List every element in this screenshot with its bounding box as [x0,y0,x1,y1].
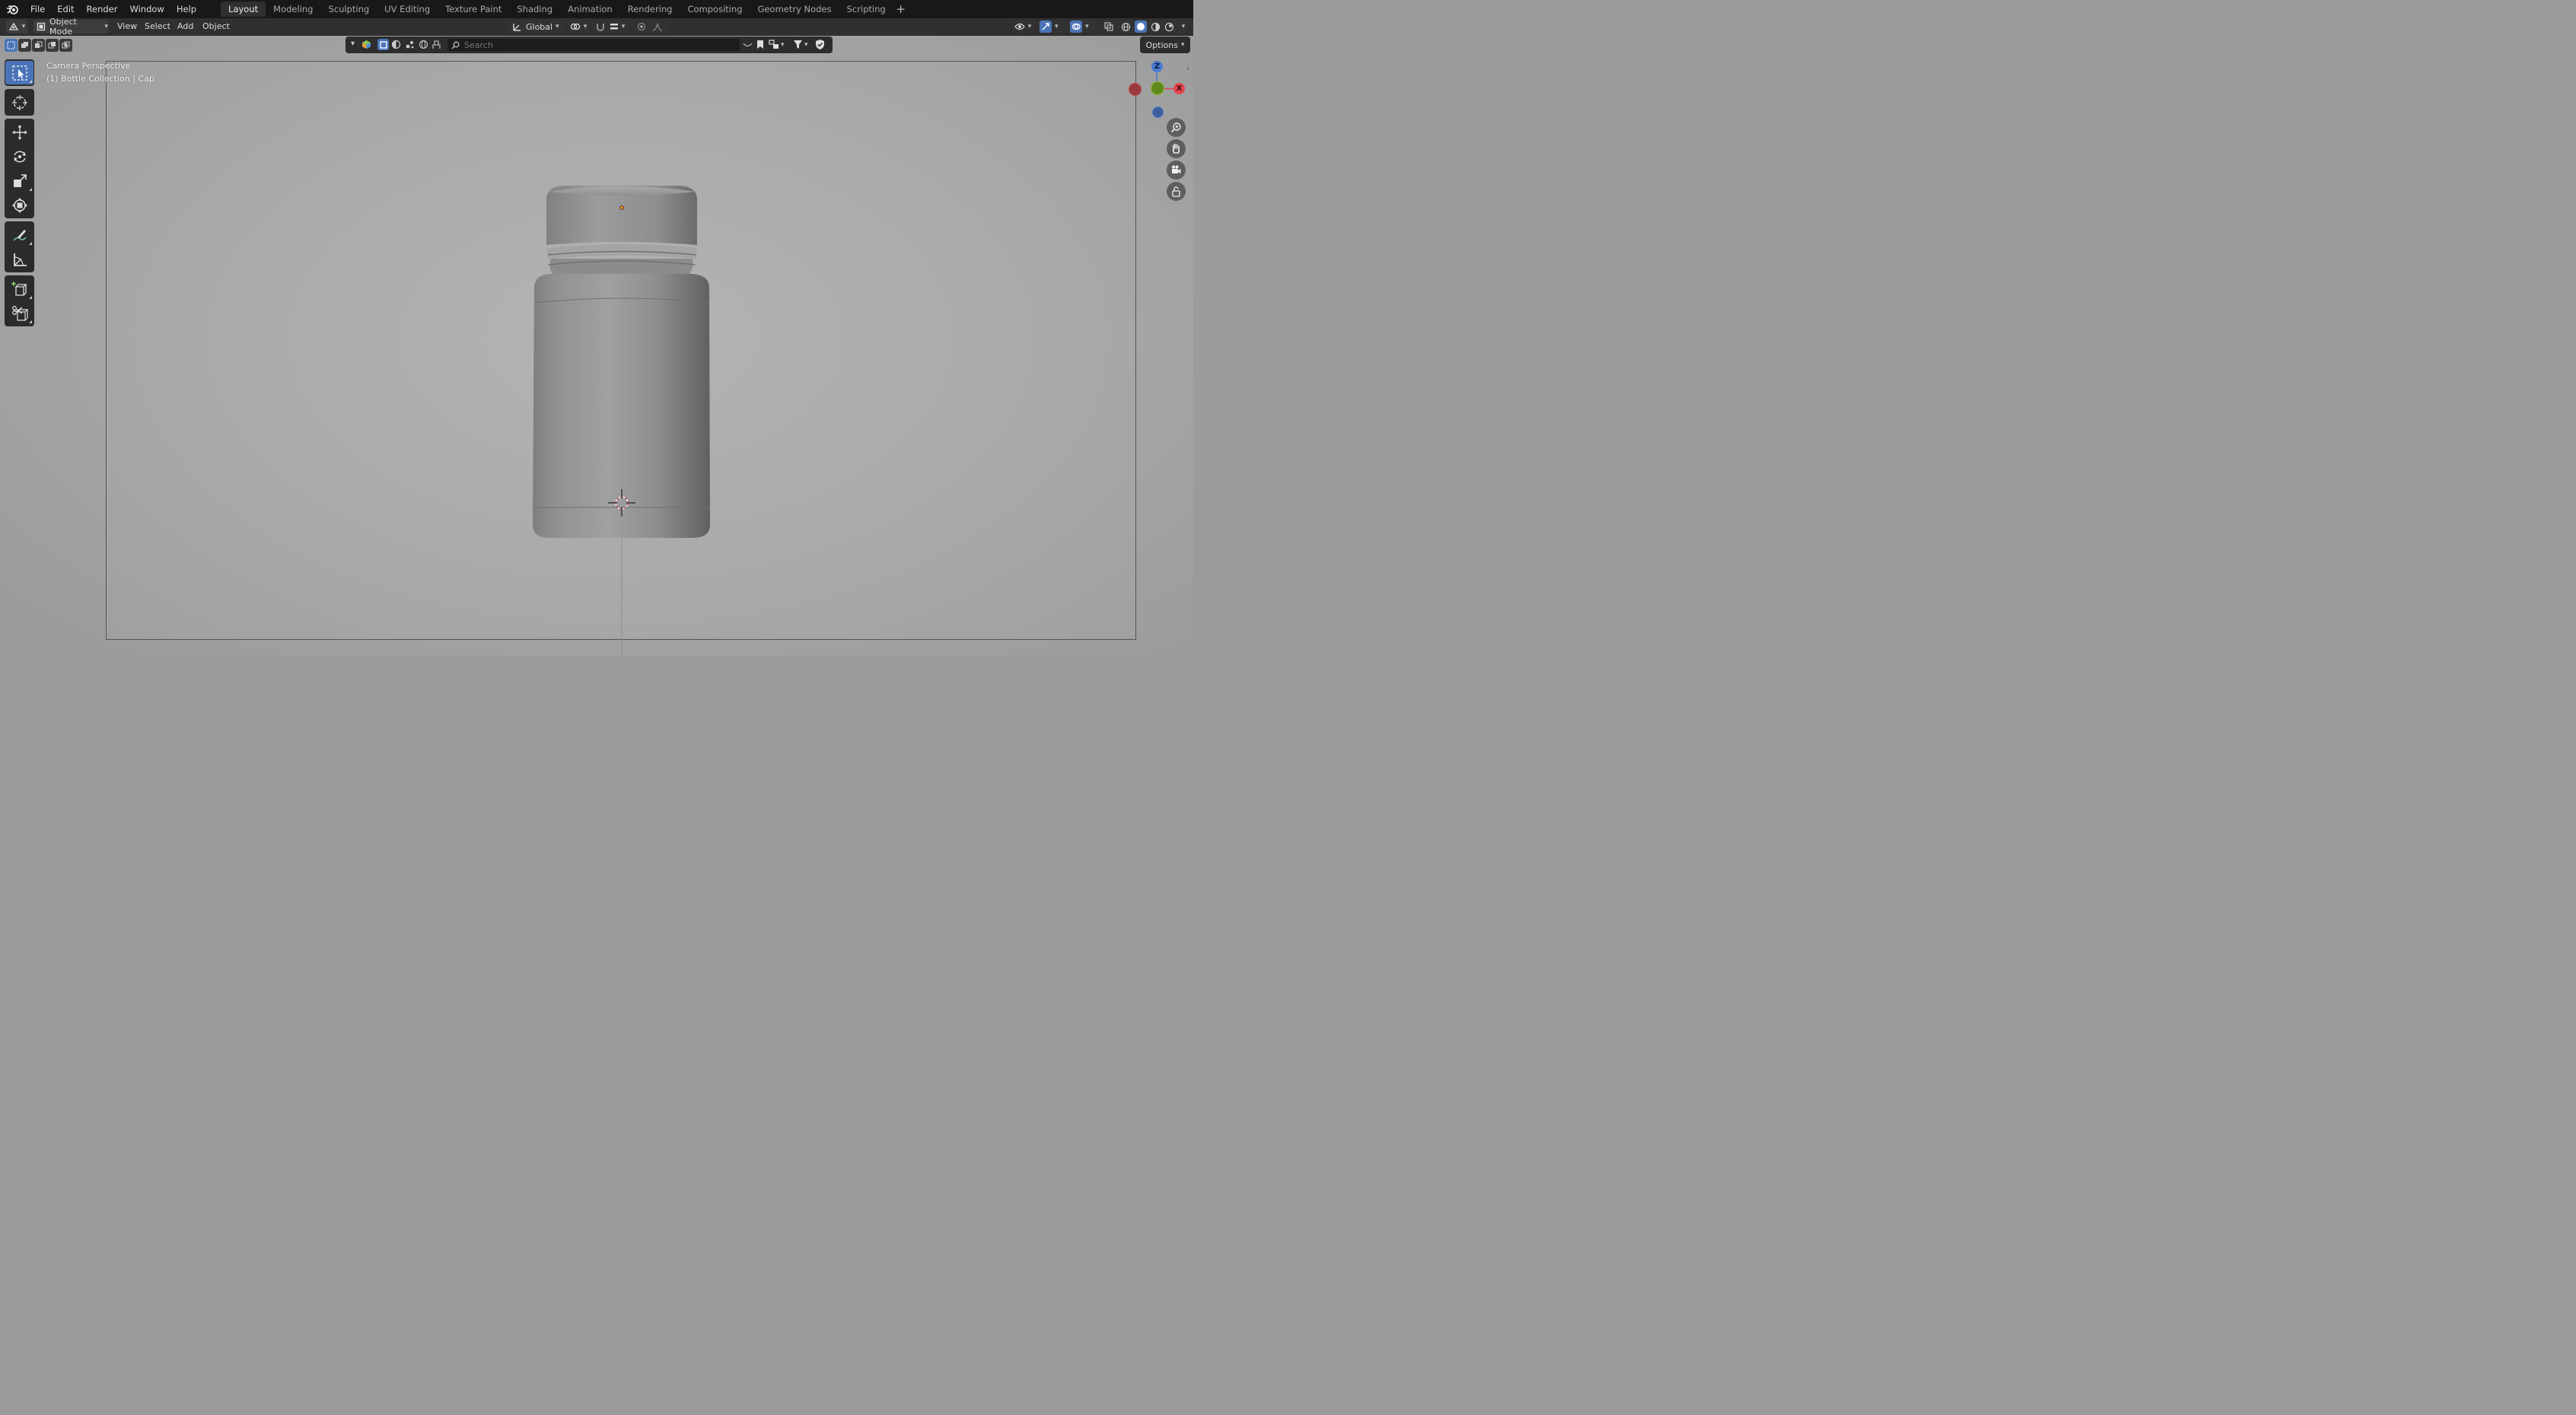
gizmo-toggle-button[interactable]: ▾ [1038,20,1062,33]
add-workspace-button[interactable]: + [893,2,909,16]
pan-button[interactable] [1167,139,1186,158]
chevron-down-icon: ▾ [1085,23,1089,30]
gizmo-y-ball[interactable] [1151,81,1164,95]
gizmo-neg-z-ball[interactable] [1152,107,1164,118]
gizmo-x-ball[interactable]: X [1173,83,1185,94]
menu-view[interactable]: View [113,21,142,33]
3d-viewport[interactable]: ▾ ▾ [0,36,1193,656]
tab-rendering[interactable]: Rendering [620,2,680,17]
tab-uv-editing[interactable]: UV Editing [377,2,438,17]
chevron-down-icon: ▾ [621,23,626,30]
chevron-down-icon: ▾ [556,23,559,30]
chevron-down-icon[interactable]: ▾ [1182,23,1186,30]
wireframe-shading-icon[interactable] [1121,22,1131,32]
lock-view-button[interactable] [1167,182,1186,201]
rendered-shading-icon[interactable] [1164,22,1174,32]
orientation-label: Global [526,21,553,32]
blender-logo-icon[interactable] [0,0,24,18]
solid-shading-icon[interactable] [1134,21,1147,33]
tab-layout[interactable]: Layout [221,2,266,17]
menu-help[interactable]: Help [170,1,202,17]
camera-icon [1172,165,1181,173]
gizmo-icon [1040,21,1052,33]
proportional-icon [637,22,646,31]
transform-orientation-selector[interactable]: Global ▾ [508,20,563,33]
link-icon [570,22,581,31]
orientation-icon [512,22,522,32]
eye-icon [1014,23,1025,30]
gizmo-neg-x-ball[interactable] [1129,83,1142,96]
object-mode-icon [37,22,46,31]
menu-edit[interactable]: Edit [51,1,80,17]
workspace-tabs: Layout Modeling Sculpting UV Editing Tex… [221,0,909,18]
material-shading-icon[interactable] [1151,22,1161,32]
menu-render[interactable]: Render [81,1,124,17]
hand-icon [1172,143,1180,154]
overlays-button[interactable]: ▾ [1068,20,1096,33]
sidebar-toggle-chevron-icon[interactable]: ‹ [1186,65,1189,73]
zoom-button[interactable] [1167,118,1186,137]
bottle-model[interactable] [0,36,1193,656]
chevron-down-icon: ▾ [104,23,108,30]
proportional-editing-button[interactable] [632,20,668,33]
chevron-down-icon: ▾ [21,23,26,30]
tab-compositing[interactable]: Compositing [680,2,750,17]
overlays-icon [1070,21,1082,33]
navigation-gizmo[interactable]: X Z [1125,60,1193,121]
snap-increment-icon [610,22,619,31]
visibility-button[interactable]: ▾ [1012,20,1033,33]
zoom-icon [1170,122,1181,133]
magnet-icon [596,22,605,31]
xray-toggle-button[interactable] [1102,20,1116,33]
mode-selector[interactable]: Object Mode ▾ [33,17,108,37]
tab-texture-paint[interactable]: Texture Paint [438,2,509,17]
3d-cursor-icon[interactable] [607,488,637,518]
viewport-header-bar: ▾ Object Mode ▾ View Select Add Object G… [0,17,1193,37]
tab-animation[interactable]: Animation [560,2,620,17]
menu-window[interactable]: Window [123,1,170,17]
editor-type-button[interactable]: ▾ [6,20,27,33]
pivot-point-button[interactable]: ▾ [568,20,589,33]
snapping-button[interactable]: ▾ [592,20,629,33]
tab-sculpting[interactable]: Sculpting [320,2,377,17]
falloff-icon [652,22,663,31]
tab-scripting[interactable]: Scripting [839,2,893,17]
tab-geometry-nodes[interactable]: Geometry Nodes [750,2,839,17]
tab-modeling[interactable]: Modeling [266,2,320,17]
editor-type-icon [8,22,19,31]
menu-select[interactable]: Select [140,21,175,33]
top-menu-bar: File Edit Render Window Help Layout Mode… [0,0,1193,18]
menu-object[interactable]: Object [198,21,234,33]
gizmo-z-ball[interactable]: Z [1151,61,1163,72]
chevron-down-icon: ▾ [1055,23,1059,30]
tab-shading[interactable]: Shading [509,2,560,17]
menu-add[interactable]: Add [173,21,198,33]
shading-mode-group: ▾ [1119,20,1187,33]
lock-icon [1172,186,1180,197]
chevron-down-icon: ▾ [583,23,587,30]
xray-icon [1104,22,1113,31]
mode-label: Object Mode [49,17,77,37]
menu-file[interactable]: File [24,1,51,17]
chevron-down-icon: ▾ [1027,23,1032,30]
camera-view-button[interactable] [1167,161,1186,180]
